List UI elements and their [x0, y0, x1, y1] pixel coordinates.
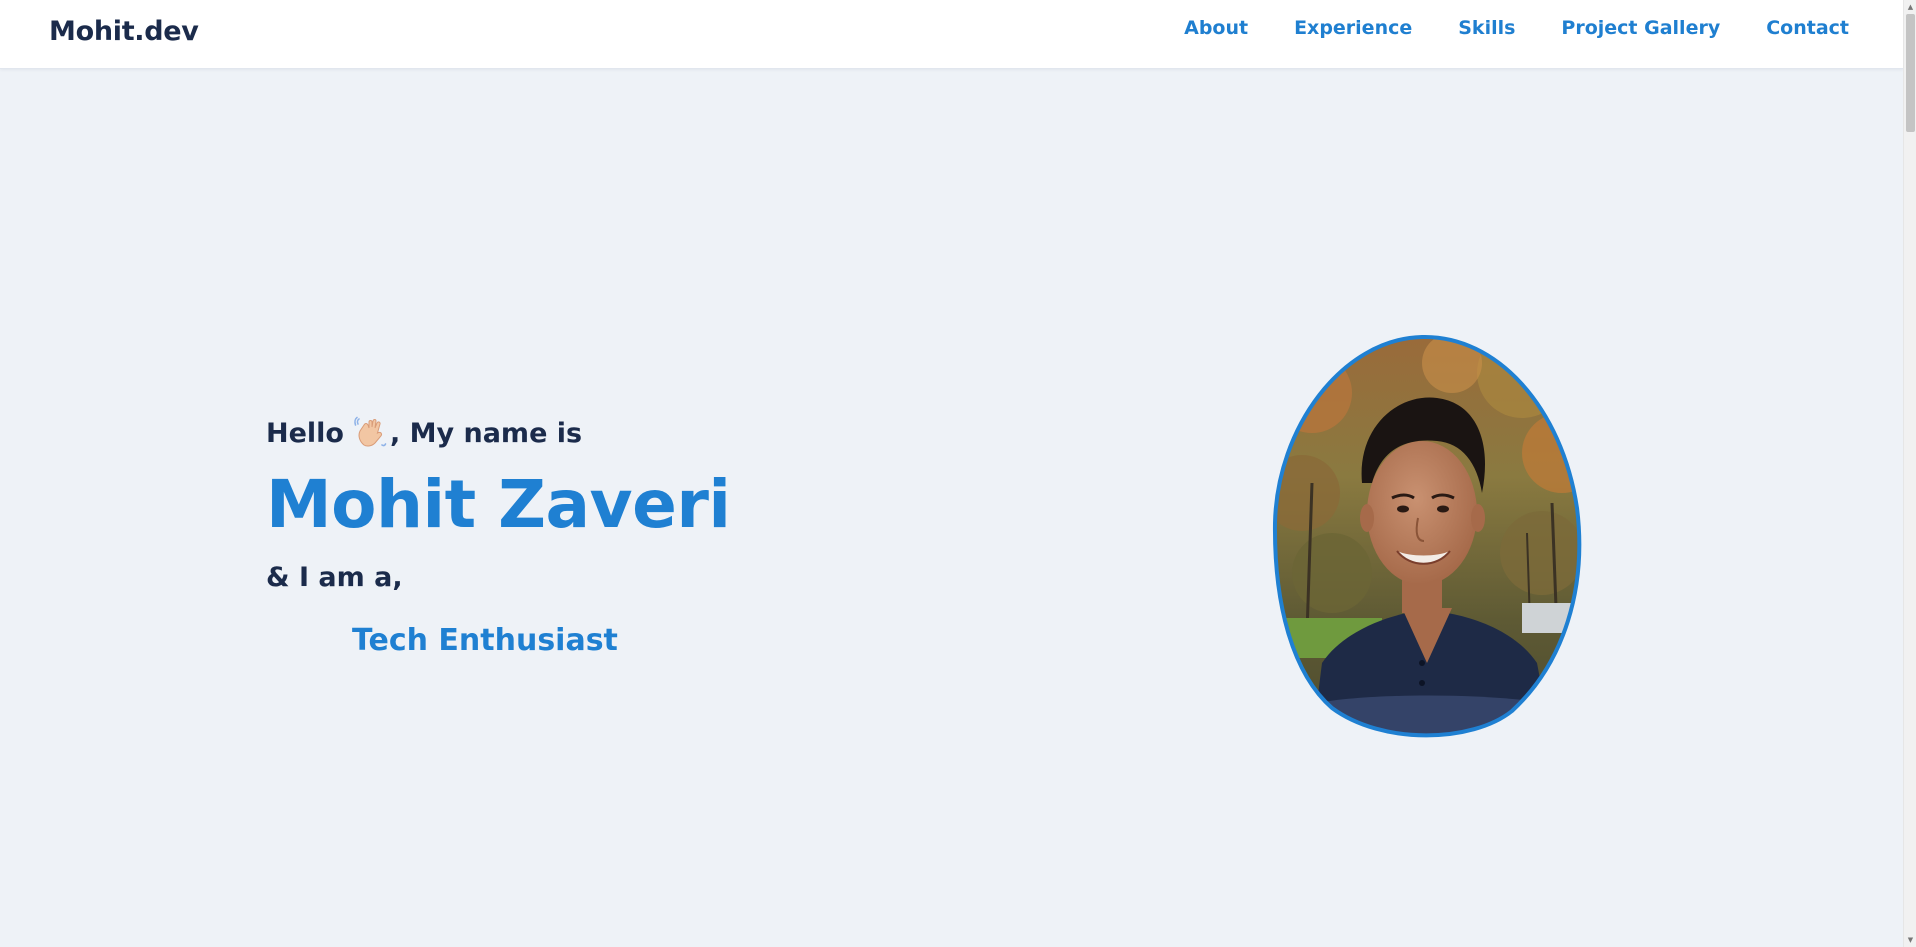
hero-text: Hello , My name is Mohit Zaveri & I am a… [266, 405, 966, 658]
nav-link-contact[interactable]: Contact [1766, 17, 1849, 39]
greeting: Hello , My name is [266, 405, 966, 461]
navbar: Mohit.dev About Experience Skills Projec… [0, 0, 1903, 69]
scroll-up-arrow-icon[interactable]: ▲ [1904, 0, 1916, 14]
hero-intro: & I am a, [266, 561, 403, 593]
scrollbar-thumb[interactable] [1906, 14, 1915, 132]
greeting-my-name-is: , My name is [389, 417, 583, 449]
waving-hand-icon [352, 415, 388, 451]
page-scrollbar[interactable]: ▲ ▼ [1903, 0, 1916, 947]
profile-photo [1272, 333, 1582, 743]
hero-name: Mohit Zaveri [266, 466, 731, 543]
nav-link-experience[interactable]: Experience [1294, 17, 1412, 39]
hero-role: Tech Enthusiast [352, 622, 618, 658]
brand-logo[interactable]: Mohit.dev [49, 16, 199, 47]
nav-link-about[interactable]: About [1184, 17, 1248, 39]
scroll-down-arrow-icon[interactable]: ▼ [1904, 933, 1916, 947]
greeting-hello: Hello [266, 417, 344, 449]
nav-link-project-gallery[interactable]: Project Gallery [1561, 17, 1720, 39]
nav-links: About Experience Skills Project Gallery … [1184, 17, 1849, 39]
nav-link-skills[interactable]: Skills [1458, 17, 1515, 39]
